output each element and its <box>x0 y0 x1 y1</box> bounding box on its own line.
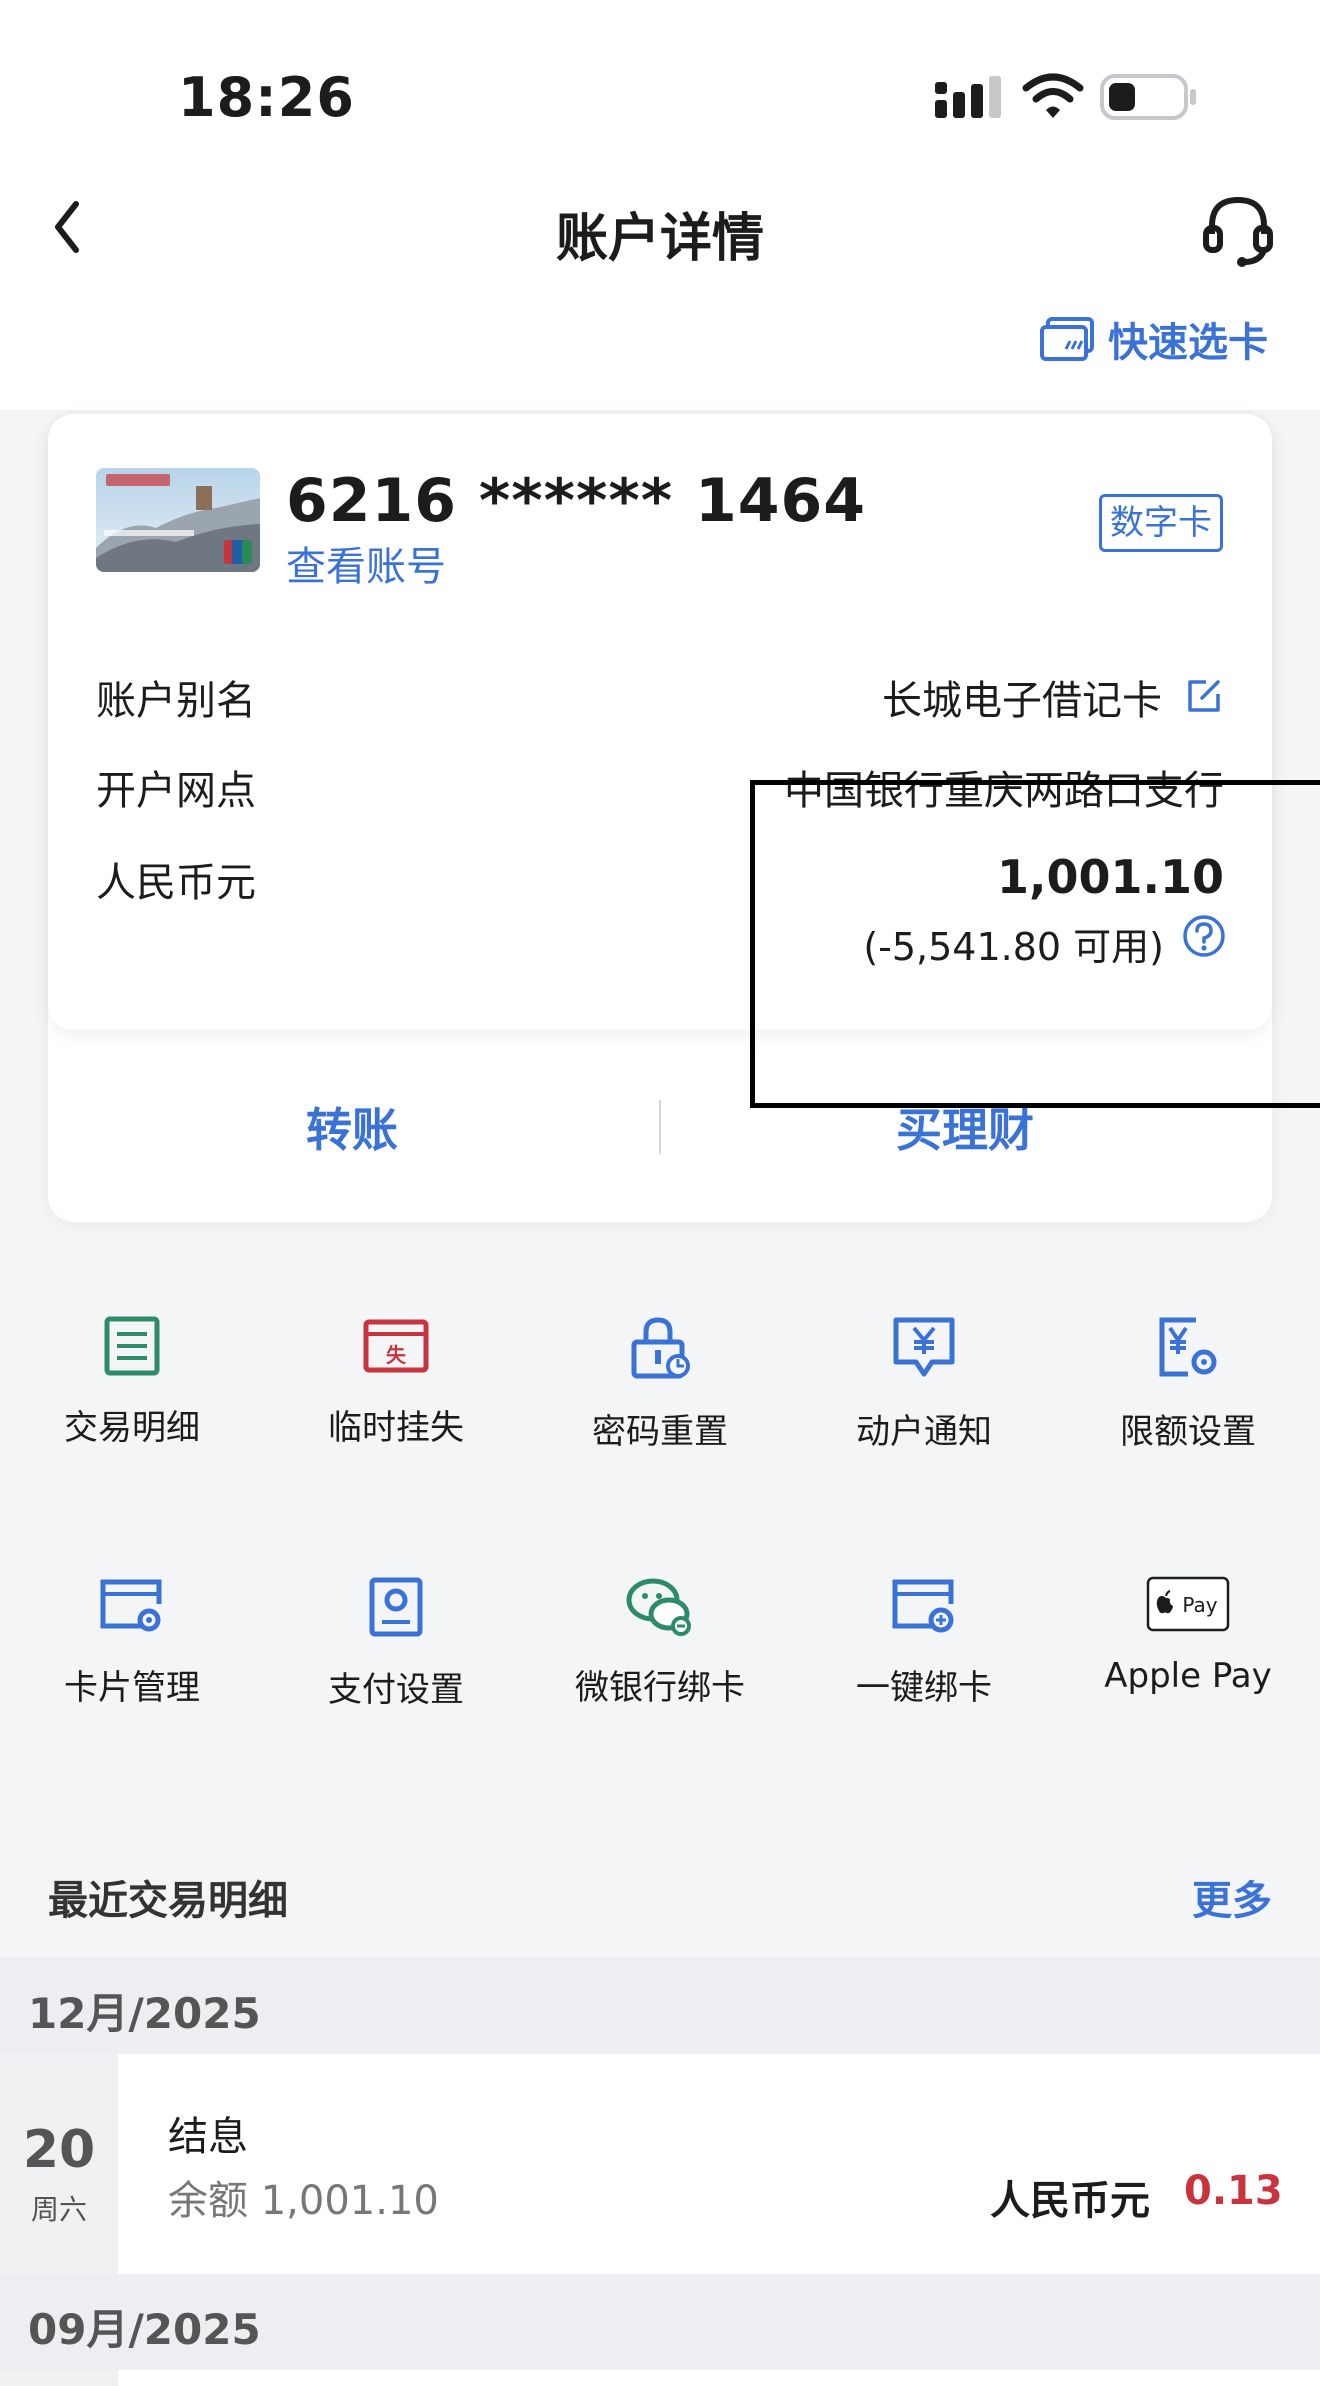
transaction-date-column <box>0 2370 118 2386</box>
one-click-bind-item[interactable]: 一键绑卡 <box>814 1576 1034 1756</box>
card-number: 6216 ****** 1464 <box>286 466 867 536</box>
month-label: 12月/2025 <box>28 1989 261 2038</box>
quick-select-card-button[interactable]: 快速选卡 <box>1040 312 1268 366</box>
loss-report-item[interactable]: 失 临时挂失 <box>286 1316 506 1496</box>
apple-pay-icon: Pay <box>1146 1576 1230 1632</box>
more-transactions-link[interactable]: 更多 <box>1192 1868 1272 1926</box>
grid-label: 限额设置 <box>1120 1412 1256 1452</box>
currency-label: 人民币元 <box>96 860 256 906</box>
annotation-rectangle <box>750 780 1320 1108</box>
transaction-title: 结息 <box>168 2114 248 2160</box>
grid-label: 密码重置 <box>592 1412 728 1452</box>
loss-report-icon: 失 <box>363 1319 429 1373</box>
transaction-weekday: 周六 <box>30 2193 87 2226</box>
list-doc-icon <box>104 1316 160 1376</box>
yuan-settings-icon <box>1159 1317 1217 1377</box>
svg-text:失: 失 <box>386 1343 407 1367</box>
battery-icon <box>1100 74 1196 120</box>
month-label: 09月/2025 <box>28 2305 261 2354</box>
card-management-item[interactable]: 卡片管理 <box>22 1576 242 1756</box>
alias-value: 长城电子借记卡 <box>882 678 1162 724</box>
transaction-row[interactable]: 20 周六 结息 余额 1,001.10 人民币元 0.13 <box>0 2054 1320 2274</box>
grid-label: 临时挂失 <box>328 1408 464 1448</box>
wechat-bind-item[interactable]: 微银行绑卡 <box>550 1576 770 1756</box>
payment-settings-icon <box>369 1577 423 1637</box>
lock-reset-icon <box>631 1317 690 1379</box>
account-notify-item[interactable]: 动户通知 <box>814 1316 1034 1496</box>
page-title: 账户详情 <box>555 209 764 269</box>
card-switch-icon <box>1040 317 1094 361</box>
card-gear-icon <box>100 1579 162 1632</box>
svg-text:Pay: Pay <box>1182 1593 1217 1617</box>
quick-select-label: 快速选卡 <box>1108 320 1268 366</box>
payment-settings-item[interactable]: 支付设置 <box>286 1576 506 1756</box>
recent-transactions-title: 最近交易明细 <box>48 1878 288 1924</box>
transaction-currency: 人民币元 <box>990 2178 1150 2224</box>
password-reset-item[interactable]: 密码重置 <box>550 1316 770 1496</box>
card-link-icon <box>892 1579 954 1633</box>
navigation-bar: 账户详情 <box>0 150 1320 300</box>
month-header: 12月/2025 <box>0 1958 1320 2054</box>
edit-alias-icon[interactable] <box>1184 676 1224 716</box>
grid-label: Apple Pay <box>1104 1656 1272 1696</box>
wifi-icon <box>1022 73 1084 118</box>
wechat-bind-icon <box>626 1578 691 1636</box>
month-header: 09月/2025 <box>0 2274 1320 2370</box>
transaction-amount: 0.13 <box>1184 2168 1283 2214</box>
grid-label: 一键绑卡 <box>856 1668 992 1708</box>
transaction-row-partial <box>0 2370 1320 2386</box>
bank-card-thumbnail[interactable] <box>96 468 260 572</box>
transaction-balance: 余额 1,001.10 <box>168 2178 439 2224</box>
yuan-notify-icon <box>893 1317 955 1377</box>
grid-label: 交易明细 <box>64 1408 200 1448</box>
apple-pay-item[interactable]: Pay Apple Pay <box>1078 1576 1298 1756</box>
transfer-button[interactable]: 转账 <box>306 1094 398 1160</box>
branch-label: 开户网点 <box>96 768 256 814</box>
grid-label: 动户通知 <box>856 1412 992 1452</box>
grid-label: 微银行绑卡 <box>575 1668 745 1708</box>
cellular-signal-icon <box>935 76 1001 118</box>
grid-label: 卡片管理 <box>64 1668 200 1708</box>
grid-label: 支付设置 <box>328 1670 464 1710</box>
action-divider <box>659 1100 661 1154</box>
alias-label: 账户别名 <box>96 678 256 724</box>
digital-card-badge: 数字卡 <box>1099 494 1223 552</box>
transaction-day: 20 <box>22 2120 96 2180</box>
customer-service-headset-icon[interactable] <box>1198 190 1278 270</box>
limit-settings-item[interactable]: 限额设置 <box>1078 1316 1298 1496</box>
status-time: 18:26 <box>178 66 355 129</box>
transaction-detail-item[interactable]: 交易明细 <box>22 1316 242 1496</box>
view-account-number-link[interactable]: 查看账号 <box>286 534 446 592</box>
